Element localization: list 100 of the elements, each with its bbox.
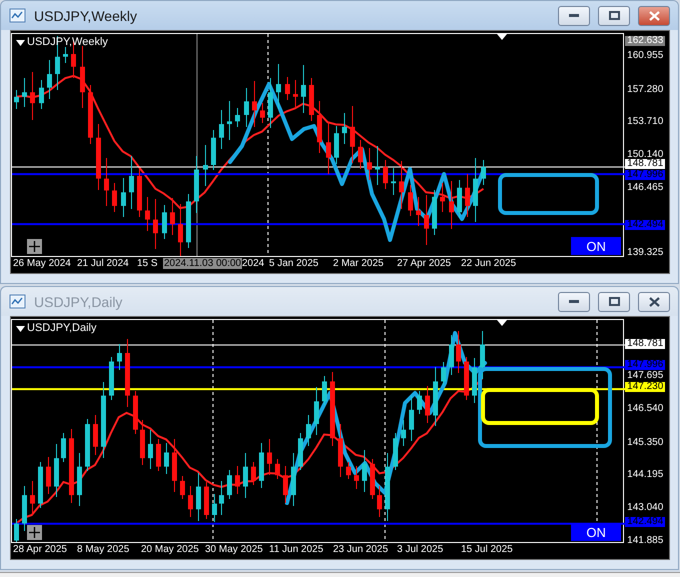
candlestick <box>309 78 314 121</box>
close-icon <box>648 296 660 306</box>
candlestick <box>306 415 311 446</box>
price-label: 157.280 <box>626 84 664 95</box>
minimize-icon <box>569 300 579 304</box>
candlestick <box>133 391 138 434</box>
price-label: 150.140 <box>626 150 664 160</box>
candlestick <box>129 156 134 209</box>
candlestick <box>424 195 429 245</box>
maximize-icon <box>608 11 620 20</box>
on-button[interactable]: ON <box>571 237 622 255</box>
date-label: 15 Jul 2025 <box>461 544 513 555</box>
candlestick <box>322 376 327 405</box>
candlestick <box>268 78 273 128</box>
maximize-icon <box>608 297 620 306</box>
candlestick <box>440 183 445 212</box>
candlestick <box>457 180 462 218</box>
price-label: 147.695 <box>626 370 664 381</box>
candlestick <box>204 482 209 519</box>
price-label: 146.540 <box>626 404 664 414</box>
candlestick <box>481 160 486 185</box>
zoom-button[interactable] <box>27 239 42 254</box>
candlestick <box>425 386 430 423</box>
date-label: 22 Jun 2025 <box>461 258 516 269</box>
candlestick <box>334 126 339 164</box>
candlestick <box>473 158 478 222</box>
price-label: 142.494 <box>625 516 666 527</box>
candlestick <box>346 462 351 479</box>
price-label: 144.195 <box>626 470 664 480</box>
date-label: 3 Jul 2025 <box>397 544 444 555</box>
minimize-button[interactable] <box>558 6 590 26</box>
price-label: 153.710 <box>626 117 664 128</box>
minimize-icon <box>569 14 579 18</box>
candlestick <box>367 148 372 180</box>
candlestick <box>314 387 319 435</box>
candlestick <box>338 424 343 477</box>
price-label: 145.350 <box>626 438 664 448</box>
candlestick <box>375 146 380 185</box>
price-label: 147.996 <box>625 360 666 370</box>
date-label: 26 May 2024 <box>13 258 71 269</box>
price-label: 143.040 <box>626 503 664 514</box>
candlestick <box>14 519 19 542</box>
maximize-button[interactable] <box>598 6 630 26</box>
date-label: 8 May 2025 <box>77 544 130 555</box>
candlestick <box>178 204 183 256</box>
maximize-button[interactable] <box>598 292 630 312</box>
candlestick <box>385 453 390 521</box>
candlestick <box>251 462 256 485</box>
close-button[interactable] <box>638 292 670 312</box>
candlestick <box>432 190 437 235</box>
zoom-button[interactable] <box>27 525 42 540</box>
price-label: 141.885 <box>626 536 664 546</box>
candlestick <box>377 486 382 517</box>
close-icon <box>648 10 660 20</box>
dropdown-icon <box>16 326 25 332</box>
candlestick <box>293 80 298 108</box>
candlestick <box>170 198 175 235</box>
price-label: 160.955 <box>626 51 664 62</box>
date-label: 5 Jan 2025 <box>269 258 318 269</box>
candlestick <box>354 466 359 489</box>
candlestick <box>416 197 421 226</box>
date-label: 11 Jun 2025 <box>269 544 324 555</box>
candlestick <box>121 178 126 217</box>
candlestick <box>85 419 90 471</box>
candlestick <box>399 161 404 209</box>
date-label: 30 May 2025 <box>205 544 263 555</box>
candlestick <box>464 357 469 400</box>
candlestick <box>30 481 35 515</box>
close-button[interactable] <box>638 6 670 26</box>
candlestick <box>140 420 145 465</box>
candlestick <box>433 367 438 426</box>
candlestick <box>391 168 396 195</box>
candlestick <box>358 140 363 169</box>
candlestick <box>252 81 257 127</box>
candlestick <box>456 331 461 373</box>
candlestick <box>276 64 281 109</box>
candlestick <box>326 122 331 174</box>
price-label: 147.996 <box>625 170 666 180</box>
candlestick <box>38 462 43 508</box>
date-label: 2024 <box>242 258 264 269</box>
date-label: 23 Jun 2025 <box>333 544 388 555</box>
chart-icon <box>9 8 26 23</box>
candlestick <box>148 430 153 469</box>
minimize-button[interactable] <box>558 292 590 312</box>
price-label: 148.781 <box>625 158 666 169</box>
chart-symbol-label: USDJPY,Daily <box>27 322 96 334</box>
plus-icon <box>29 241 40 252</box>
candlestick <box>350 106 355 163</box>
crosshair-time-label: 2024.11.03 00:00 <box>163 258 242 269</box>
candlestick <box>244 88 249 127</box>
on-button[interactable]: ON <box>571 523 622 541</box>
candlestick <box>196 473 201 521</box>
plus-icon <box>29 527 40 538</box>
candlestick <box>137 169 142 217</box>
price-label: 148.781 <box>625 339 666 349</box>
candlestick <box>409 396 414 441</box>
candlestick <box>283 466 288 503</box>
candlestick <box>465 174 470 217</box>
candlestick <box>298 433 303 470</box>
price-label: 146.465 <box>626 183 664 194</box>
